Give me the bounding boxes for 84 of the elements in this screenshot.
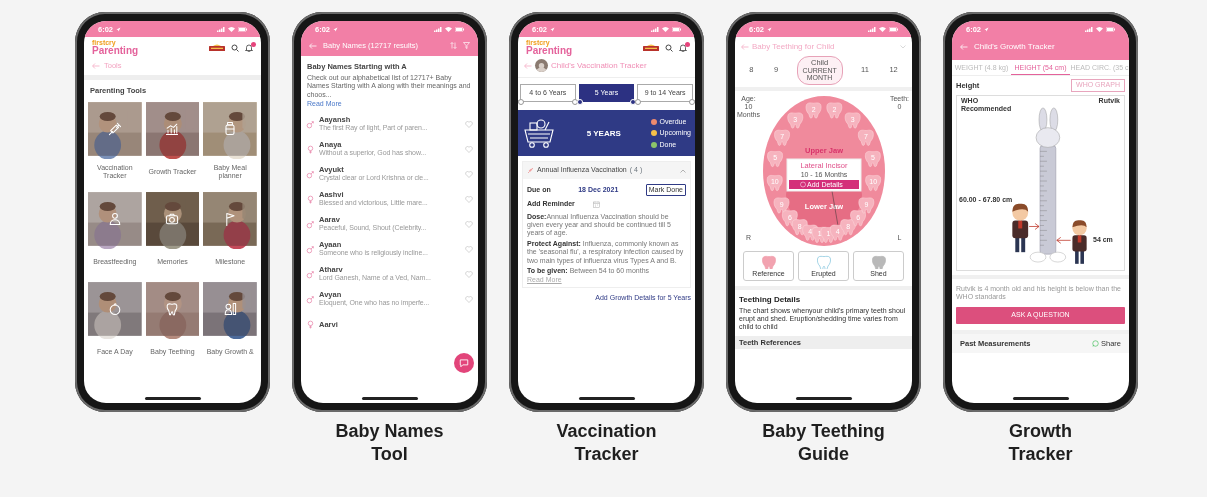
- caption: Baby Names Tool: [334, 420, 445, 467]
- heart-icon[interactable]: [465, 170, 473, 178]
- male-icon: [306, 169, 315, 179]
- child-height-icon: [222, 301, 239, 317]
- female-icon: [306, 319, 315, 329]
- wifi-icon: [445, 27, 452, 32]
- search-icon[interactable]: [231, 43, 239, 52]
- location-icon: [116, 27, 121, 32]
- location-icon: [333, 27, 338, 32]
- page-title: Baby Teething for Child: [752, 42, 836, 52]
- heart-icon[interactable]: [465, 145, 473, 153]
- chat-bubble-icon: [1092, 339, 1099, 347]
- syringe-icon: [106, 121, 123, 137]
- growth-graph-icon: [164, 121, 181, 137]
- heart-icon[interactable]: [465, 245, 473, 253]
- timeline-dot: [518, 99, 524, 106]
- toy-cart-icon: [522, 118, 556, 149]
- male-icon: [306, 244, 315, 254]
- signal-icon: [217, 27, 225, 32]
- chat-button[interactable]: [454, 353, 474, 373]
- caption: Growth Tracker: [1007, 420, 1074, 467]
- battery-icon: [455, 27, 464, 32]
- timeline-dot: [689, 99, 695, 106]
- home-indicator: [795, 397, 852, 400]
- bell-icon[interactable]: [679, 43, 687, 52]
- chat-icon: [459, 358, 469, 368]
- wifi-icon: [228, 27, 235, 32]
- calendar-icon[interactable]: [592, 200, 600, 208]
- wifi-icon: [879, 27, 886, 32]
- battery-icon: [238, 27, 247, 32]
- wifi-icon: [1096, 27, 1103, 32]
- tooth-icon: [761, 254, 776, 269]
- offer-banner-icon: [643, 44, 659, 51]
- avatar: [535, 59, 548, 72]
- heart-icon[interactable]: [465, 220, 473, 228]
- caption: Vaccination Tracker: [555, 420, 658, 467]
- home-indicator: [144, 397, 201, 400]
- notification-badge: [685, 41, 690, 47]
- tooth-outline-icon: [816, 254, 831, 269]
- signal-icon: [1085, 27, 1093, 32]
- back-arrow-icon[interactable]: [92, 62, 100, 69]
- location-icon: [550, 27, 555, 32]
- page-title: Child's Vaccination Tracker: [551, 60, 647, 71]
- banner-title: 5 YEARS: [585, 128, 622, 139]
- heart-icon[interactable]: [465, 120, 473, 128]
- location-icon: [767, 27, 772, 32]
- female-icon: [306, 144, 315, 154]
- battery-icon: [1106, 27, 1115, 32]
- battery-icon: [672, 27, 681, 32]
- male-icon: [306, 219, 315, 229]
- back-arrow-icon[interactable]: [741, 43, 749, 50]
- home-indicator: [361, 397, 418, 400]
- home-indicator: [578, 397, 635, 400]
- signal-icon: [868, 27, 876, 32]
- tooth-icon: [871, 254, 886, 269]
- heart-icon[interactable]: [465, 295, 473, 303]
- sort-icon[interactable]: [450, 42, 457, 49]
- logo-wordmark: Parenting: [526, 46, 573, 56]
- search-icon[interactable]: [665, 43, 673, 52]
- chevron-down-icon[interactable]: [900, 44, 906, 49]
- signal-icon: [434, 27, 442, 32]
- signal-icon: [651, 27, 659, 32]
- male-icon: [306, 119, 315, 129]
- male-icon: [306, 294, 315, 304]
- logo-wordmark: Parenting: [92, 46, 139, 56]
- notification-badge: [251, 41, 256, 47]
- syringe-icon: [527, 167, 534, 175]
- filter-icon[interactable]: [463, 42, 470, 49]
- chevron-up-icon: [680, 168, 686, 173]
- wifi-icon: [662, 27, 669, 32]
- caption: Baby Teething Guide: [761, 420, 886, 467]
- heart-icon[interactable]: [465, 270, 473, 278]
- back-arrow-icon[interactable]: [524, 62, 532, 69]
- camera-icon: [164, 211, 181, 227]
- female-icon: [306, 194, 315, 204]
- battery-icon: [889, 27, 898, 32]
- offer-banner-icon: [209, 44, 225, 51]
- header-title: Child's Growth Tracker: [974, 42, 1056, 52]
- heart-icon[interactable]: [465, 195, 473, 203]
- location-icon: [984, 27, 989, 32]
- home-indicator: [1012, 397, 1069, 400]
- section-title: Teething Details: [738, 294, 802, 306]
- male-icon: [306, 269, 315, 279]
- bell-icon[interactable]: [245, 43, 253, 52]
